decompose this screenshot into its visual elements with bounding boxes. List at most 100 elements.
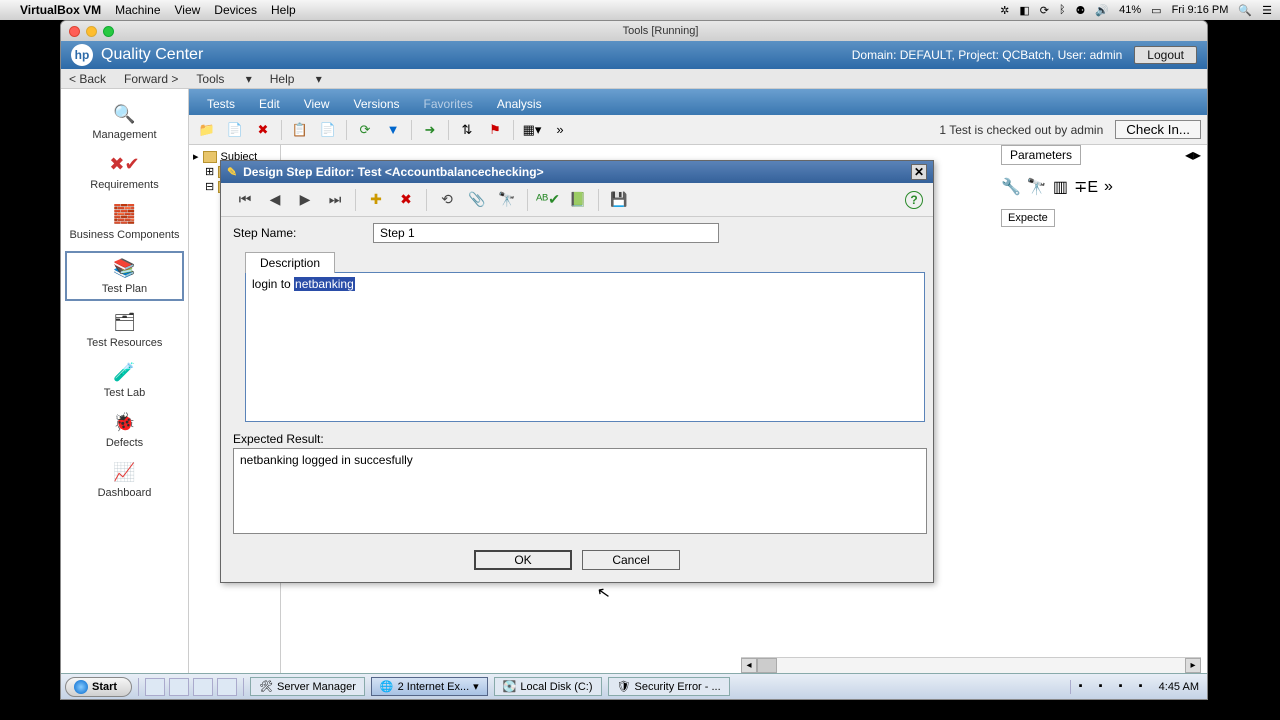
mac-menu-help[interactable]: Help [271, 3, 296, 17]
test-lab-icon: 🧪 [112, 361, 138, 383]
menu-extras-icon[interactable]: ☰ [1262, 4, 1272, 17]
tray-icon[interactable]: ▪ [1139, 680, 1153, 694]
find-icon[interactable]: 🔭 [1027, 177, 1047, 197]
check-in-button[interactable]: Check In... [1115, 120, 1201, 139]
tab-tests[interactable]: Tests [195, 93, 247, 115]
scroll-left-icon[interactable]: ◂ [1185, 147, 1193, 164]
spotlight-icon[interactable]: 🔍 [1238, 4, 1252, 17]
new-test-button[interactable]: 📄 [223, 119, 247, 141]
window-close-icon[interactable] [69, 26, 80, 37]
system-tray[interactable]: ▪ ▪ ▪ ▪ 4:45 AM [1070, 680, 1207, 694]
column-expected[interactable]: Expecte [1001, 209, 1055, 227]
delete-button[interactable]: ✖ [251, 119, 275, 141]
columns-button[interactable]: ▦▾ [520, 119, 544, 141]
description-textarea[interactable]: login to netbanking [245, 272, 925, 422]
task-local-disk[interactable]: 💽Local Disk (C:) [494, 677, 602, 696]
goto-button[interactable]: ➜ [418, 119, 442, 141]
sidebar-item-defects[interactable]: 🐞Defects [61, 405, 188, 455]
step-name-input[interactable] [373, 223, 719, 243]
dropbox-icon[interactable]: ◧ [1019, 4, 1029, 17]
task-server-manager[interactable]: 🛠Server Manager [250, 677, 365, 696]
volume-icon[interactable]: 🔊 [1095, 4, 1109, 17]
scroll-right-arrow-icon[interactable]: ▸ [1185, 658, 1201, 673]
ok-button[interactable]: OK [474, 550, 572, 570]
pencil-icon: ✎ [227, 165, 237, 179]
module-tabbar: Tests Edit View Versions Favorites Analy… [189, 89, 1207, 115]
cancel-button[interactable]: Cancel [582, 550, 680, 570]
scroll-left-arrow-icon[interactable]: ◂ [741, 658, 757, 673]
scroll-thumb[interactable] [757, 658, 777, 673]
nav-tools[interactable]: Tools ▾ [196, 72, 251, 86]
start-button[interactable]: Start [65, 677, 132, 697]
nav-forward[interactable]: Forward > [124, 72, 178, 86]
wifi-icon[interactable]: ⚉ [1076, 4, 1086, 17]
logout-button[interactable]: Logout [1134, 46, 1197, 64]
save-button[interactable]: 💾 [605, 187, 633, 213]
dialog-close-button[interactable]: ✕ [911, 164, 927, 180]
tray-icon[interactable]: ▪ [1119, 680, 1133, 694]
sidebar-item-business-components[interactable]: 🧱Business Components [61, 197, 188, 247]
prev-step-button[interactable]: ◀ [261, 187, 289, 213]
delete-step-button[interactable]: ✖ [392, 187, 420, 213]
find-button[interactable]: 🔭 [493, 187, 521, 213]
sidebar-item-test-lab[interactable]: 🧪Test Lab [61, 355, 188, 405]
cut-button[interactable]: 📋 [288, 119, 312, 141]
mac-app-name[interactable]: VirtualBox VM [20, 3, 101, 17]
sidebar-item-management[interactable]: 🔍Management [61, 97, 188, 147]
ql-desktop-icon[interactable] [145, 678, 165, 696]
task-security-error[interactable]: 🛡Security Error - ... [608, 677, 730, 696]
columns-icon[interactable]: ▥ [1053, 177, 1068, 197]
dialog-titlebar[interactable]: ✎ Design Step Editor: Test <Accountbalan… [221, 161, 933, 183]
filter-button[interactable]: ▼ [381, 119, 405, 141]
new-folder-button[interactable]: 📁 [195, 119, 219, 141]
nav-back[interactable]: < Back [69, 72, 106, 86]
paste-button[interactable]: 📄 [316, 119, 340, 141]
tool-icon[interactable]: 🔧 [1001, 177, 1021, 197]
sort-button[interactable]: ⇅ [455, 119, 479, 141]
spellcheck-button[interactable]: ᴬᴮ✔ [534, 187, 562, 213]
mac-menu-machine[interactable]: Machine [115, 3, 160, 17]
tab-versions[interactable]: Versions [342, 93, 412, 115]
sidebar-item-dashboard[interactable]: 📈Dashboard [61, 455, 188, 505]
first-step-button[interactable]: ⏮ [231, 187, 259, 213]
bluetooth-icon[interactable]: ᛒ [1059, 4, 1066, 16]
window-zoom-icon[interactable] [103, 26, 114, 37]
tab-parameters[interactable]: Parameters [1001, 145, 1081, 165]
attach-button[interactable]: 📎 [463, 187, 491, 213]
vm-titlebar[interactable]: Tools [Running] [61, 21, 1207, 41]
ql-explorer-icon[interactable] [169, 678, 189, 696]
tab-edit[interactable]: Edit [247, 93, 292, 115]
renumber-button[interactable]: ⟲ [433, 187, 461, 213]
new-step-button[interactable]: ✚ [362, 187, 390, 213]
window-minimize-icon[interactable] [86, 26, 97, 37]
tray-icon[interactable]: ▪ [1099, 680, 1113, 694]
tab-analysis[interactable]: Analysis [485, 93, 554, 115]
scroll-right-icon[interactable]: ▸ [1193, 147, 1201, 164]
tab-view[interactable]: View [292, 93, 342, 115]
ql-ie-icon[interactable] [193, 678, 213, 696]
more-button[interactable]: » [548, 119, 572, 141]
tab-description[interactable]: Description [245, 252, 335, 273]
sidebar-item-test-plan[interactable]: 📚Test Plan [65, 251, 184, 301]
ql-chrome-icon[interactable] [217, 678, 237, 696]
last-step-button[interactable]: ⏭ [321, 187, 349, 213]
mac-clock[interactable]: Fri 9:16 PM [1172, 4, 1229, 16]
expected-result-textarea[interactable]: netbanking logged in succesfully [233, 448, 927, 534]
sidebar-item-requirements[interactable]: ✖✔Requirements [61, 147, 188, 197]
sidebar-item-test-resources[interactable]: 🗂Test Resources [61, 305, 188, 355]
refresh-button[interactable]: ⟳ [353, 119, 377, 141]
next-step-button[interactable]: ▶ [291, 187, 319, 213]
more-icon[interactable]: » [1104, 178, 1113, 196]
tab-favorites[interactable]: Favorites [412, 93, 485, 115]
task-internet-explorer[interactable]: 🌐2 Internet Ex... ▾ [371, 677, 488, 696]
nav-help[interactable]: Help ▾ [270, 72, 322, 86]
thesaurus-button[interactable]: 📗 [564, 187, 592, 213]
mac-menu-view[interactable]: View [175, 3, 201, 17]
mac-menu-devices[interactable]: Devices [214, 3, 257, 17]
indent-icon[interactable]: ∓E [1074, 177, 1098, 197]
help-button[interactable]: ? [905, 191, 923, 209]
flag-button[interactable]: ⚑ [483, 119, 507, 141]
tray-icon[interactable]: ▪ [1079, 680, 1093, 694]
requirements-icon: ✖✔ [112, 153, 138, 175]
horizontal-scrollbar[interactable]: ◂ ▸ [741, 657, 1201, 673]
